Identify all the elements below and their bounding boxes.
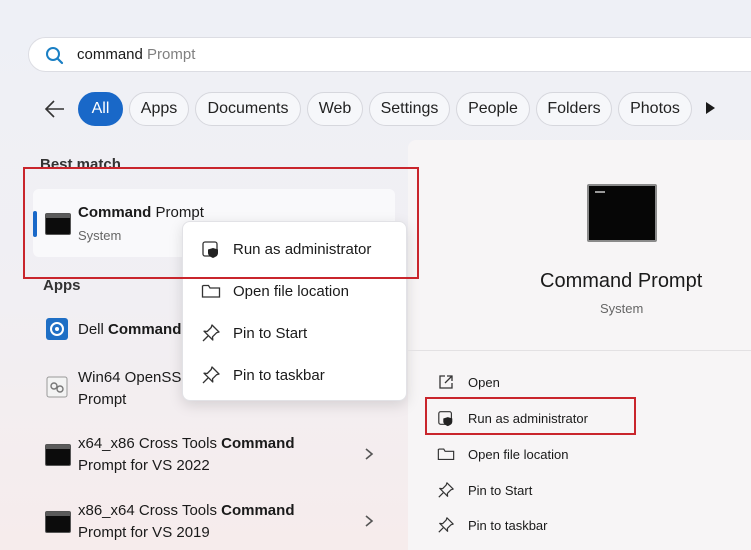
search-suggestion-text: Prompt <box>142 46 196 63</box>
dell-command-icon <box>46 318 68 340</box>
action-pin-to-start[interactable]: Pin to Start <box>430 476 680 504</box>
command-prompt-large-icon <box>587 184 657 242</box>
filter-apps[interactable]: Apps <box>129 92 189 126</box>
app-title-pre: Dell <box>78 321 109 338</box>
search-typed-text: command <box>77 46 143 63</box>
ctx-item-label: Pin to Start <box>233 324 308 342</box>
app-item-line1: x86_x64 Cross Tools Command <box>78 500 294 522</box>
details-divider <box>408 350 751 351</box>
app-item-title: Dell Command <box>78 319 181 341</box>
details-title: Command Prompt <box>540 270 703 292</box>
filter-settings[interactable]: Settings <box>369 92 450 126</box>
ctx-pin-to-taskbar[interactable]: Pin to taskbar <box>183 354 408 396</box>
app-item-line1-bold: Command <box>221 502 295 519</box>
filter-documents[interactable]: Documents <box>195 92 301 126</box>
app-title-bold: Command <box>108 321 182 338</box>
app-item-line1-bold: Command <box>221 435 295 452</box>
app-item-line2: Prompt for VS 2022 <box>78 457 210 474</box>
search-icon <box>46 47 64 65</box>
app-item-line2: Prompt <box>78 391 127 408</box>
console-cursor <box>595 191 605 193</box>
app-item-line1-pre: x86_x64 Cross Tools <box>78 502 222 519</box>
filter-folders[interactable]: Folders <box>536 92 612 126</box>
back-arrow-icon[interactable] <box>44 99 66 119</box>
app-item-line2: Prompt for VS 2019 <box>78 524 210 541</box>
search-query: command Prompt <box>77 46 195 63</box>
apps-heading: Apps <box>43 277 81 294</box>
openssl-icon <box>46 376 68 398</box>
action-label: Open file location <box>468 446 569 462</box>
open-external-icon <box>439 375 453 389</box>
chevron-right-icon[interactable] <box>364 447 374 461</box>
pin-icon <box>202 324 220 342</box>
action-open-file-location[interactable]: Open file location <box>430 440 680 468</box>
pin-icon <box>202 366 220 384</box>
highlight-box-best-match <box>23 167 419 279</box>
filter-all[interactable]: All <box>78 92 123 126</box>
pin-icon <box>438 482 454 498</box>
details-subtitle: System <box>600 301 644 316</box>
command-prompt-icon <box>45 444 71 466</box>
action-label: Open <box>468 374 500 390</box>
ctx-item-label: Open file location <box>233 282 349 300</box>
search-input[interactable]: command Prompt <box>28 37 751 72</box>
filter-people[interactable]: People <box>456 92 530 126</box>
pin-icon <box>438 517 454 533</box>
filter-web[interactable]: Web <box>307 92 363 126</box>
app-item-line1: Win64 OpenSS <box>78 369 182 386</box>
filter-photos[interactable]: Photos <box>618 92 692 126</box>
folder-icon <box>437 448 455 460</box>
more-filters-icon[interactable] <box>704 100 716 116</box>
action-pin-to-taskbar[interactable]: Pin to taskbar <box>430 511 680 539</box>
action-label: Pin to taskbar <box>468 517 548 533</box>
ctx-pin-to-start[interactable]: Pin to Start <box>183 312 408 354</box>
folder-icon <box>201 284 221 298</box>
command-prompt-icon <box>45 511 71 533</box>
chevron-right-icon[interactable] <box>364 514 374 528</box>
app-item-line1: x64_x86 Cross Tools Command <box>78 433 294 455</box>
highlight-box-run-as-admin <box>425 397 636 435</box>
action-open[interactable]: Open <box>430 368 680 396</box>
action-label: Pin to Start <box>468 482 533 498</box>
ctx-item-label: Pin to taskbar <box>233 366 325 384</box>
app-item-line1-pre: x64_x86 Cross Tools <box>78 435 222 452</box>
